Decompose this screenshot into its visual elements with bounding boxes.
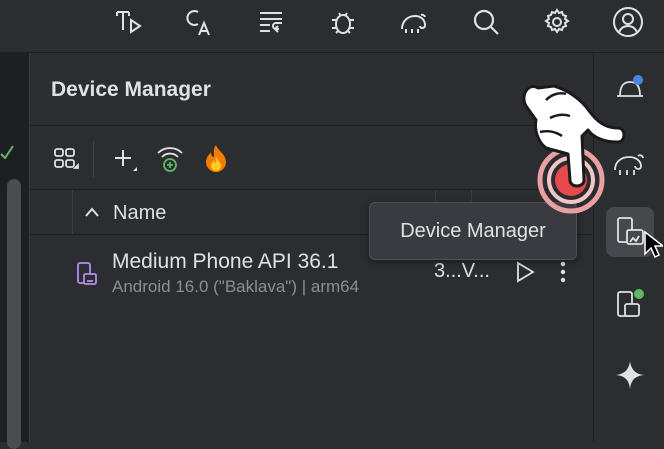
elephant-sync-icon[interactable] [396,4,432,40]
device-subtitle: Android 16.0 ("Baklava") | arm64 [112,277,360,296]
wrap-lines-icon[interactable] [253,4,289,40]
gemini-icon[interactable] [612,357,648,393]
running-devices-icon[interactable] [612,286,648,324]
sort-ascending-icon[interactable] [82,202,102,222]
toolbar-separator [93,141,94,177]
search-icon[interactable] [468,4,504,40]
editor-gutter [0,53,30,449]
device-status: 3...V... [434,260,490,282]
column-separator [72,190,73,234]
more-icon[interactable] [554,259,572,285]
run-icon[interactable] [512,259,538,285]
phone-device-icon [75,260,99,288]
firebase-icon[interactable] [201,143,231,175]
check-icon [0,145,14,160]
scrollbar[interactable] [7,179,21,449]
add-device-icon[interactable] [110,145,140,175]
device-groups-icon[interactable] [52,145,80,173]
gear-icon[interactable] [539,4,575,40]
tip-run-icon[interactable] [110,4,146,40]
account-icon[interactable] [610,4,646,40]
mouse-cursor-icon [644,230,663,259]
pair-wifi-icon[interactable] [155,143,185,175]
translate-icon[interactable] [182,4,218,40]
panel-title: Device Manager [51,78,211,101]
column-header-name[interactable]: Name [113,202,166,225]
bug-icon[interactable] [325,4,361,40]
device-name: Medium Phone API 36.1 [112,250,339,273]
pointing-hand-icon [522,84,626,214]
